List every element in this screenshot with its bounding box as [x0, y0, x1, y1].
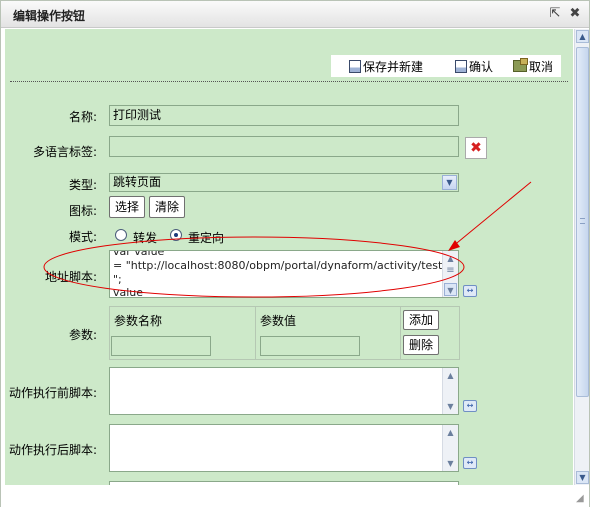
resize-grip-icon[interactable]: ◢: [576, 494, 586, 504]
add-param-button[interactable]: 添加: [403, 310, 439, 330]
confirm-icon: [455, 60, 467, 73]
dialog-footer: ◢: [1, 485, 589, 507]
dialog-scrollbar[interactable]: ▲ ▼: [574, 29, 589, 485]
code-line: var value: [113, 250, 165, 258]
post-script-textarea[interactable]: ▲ ▼: [109, 424, 459, 472]
cancel-label: 取消: [529, 60, 554, 74]
dialog-titlebar: 编辑操作按钮 ⇱ ✖: [1, 1, 589, 28]
x-icon: ✖: [470, 140, 482, 156]
pre-script-textarea[interactable]: ▲ ▼: [109, 367, 459, 415]
mode-redirect-label: 重定向: [188, 231, 225, 245]
expand-editor-icon[interactable]: ↔: [463, 457, 477, 469]
scroll-thumb[interactable]: [576, 47, 589, 397]
param-name-input[interactable]: [111, 336, 211, 356]
params-label: 参数:: [68, 328, 97, 342]
expand-editor-icon[interactable]: ↔: [463, 400, 477, 412]
scroll-up-icon[interactable]: ▲: [444, 369, 457, 382]
delete-param-button[interactable]: 删除: [403, 335, 439, 355]
expand-editor-icon[interactable]: ↔: [463, 285, 477, 297]
address-script-scrollbar[interactable]: ▲ ≡ ▼: [442, 251, 458, 297]
confirm-label: 确认: [469, 60, 494, 74]
type-select-value: 跳转页面: [113, 175, 162, 189]
address-script-textarea[interactable]: var value = "http://localhost:8080/obpm/…: [109, 250, 459, 298]
mode-forward-radio[interactable]: [115, 229, 127, 241]
type-select[interactable]: 跳转页面 ▼: [109, 173, 459, 192]
save-and-new-button[interactable]: 保存并新建: [349, 59, 423, 75]
param-value-header: 参数值: [260, 314, 297, 328]
code-line: value: [113, 286, 144, 298]
pre-script-scrollbar[interactable]: ▲ ▼: [442, 368, 458, 414]
confirm-button[interactable]: 确认: [455, 59, 493, 75]
scroll-down-icon[interactable]: ▼: [444, 400, 457, 413]
grip-icon: [580, 218, 585, 224]
scroll-grip-icon[interactable]: ≡: [444, 264, 457, 277]
name-input[interactable]: 打印测试: [109, 105, 459, 126]
scroll-down-icon[interactable]: ▼: [576, 471, 589, 484]
cancel-button[interactable]: 取消: [513, 58, 554, 75]
popout-icon[interactable]: ⇱: [547, 6, 563, 22]
scroll-up-icon[interactable]: ▲: [444, 426, 457, 439]
action-toolbar: 保存并新建 确认 取消: [331, 55, 561, 77]
code-line: = "http://localhost:8080/obpm/portal/dyn…: [113, 259, 459, 272]
cancel-icon: [513, 58, 528, 72]
mode-redirect-radio[interactable]: [170, 229, 182, 241]
save-icon: [349, 60, 361, 73]
address-script-label: 地址脚本:: [44, 270, 97, 284]
scroll-up-icon[interactable]: ▲: [576, 30, 589, 43]
scroll-down-icon[interactable]: ▼: [444, 283, 457, 296]
close-icon[interactable]: ✖: [567, 6, 583, 22]
toolbar-divider: [10, 81, 568, 82]
icon-label: 图标:: [68, 204, 97, 218]
post-script-label: 动作执行后脚本:: [8, 443, 97, 457]
params-table: 参数名称 参数值 添加 删除: [109, 306, 460, 360]
save-and-new-label: 保存并新建: [363, 60, 424, 74]
icon-clear-button[interactable]: 清除: [149, 196, 185, 218]
param-name-column: 参数名称: [110, 307, 256, 359]
clear-i18n-button[interactable]: ✖: [465, 137, 487, 159]
param-name-header: 参数名称: [114, 314, 163, 328]
form-panel: 保存并新建 确认 取消 名称: 打印测试 多语言标签: ✖ 类型: 跳转页面 ▼…: [5, 29, 573, 485]
param-value-column: 参数值: [256, 307, 401, 359]
param-value-input[interactable]: [260, 336, 360, 356]
name-label: 名称:: [68, 110, 97, 124]
type-label: 类型:: [68, 178, 97, 192]
i18n-input[interactable]: [109, 136, 459, 157]
dialog-title: 编辑操作按钮: [13, 9, 86, 23]
pre-script-label: 动作执行前脚本:: [8, 386, 97, 400]
edit-button-dialog: 编辑操作按钮 ⇱ ✖ 保存并新建 确认 取消 名称: 打印测试 多语言标签: ✖…: [0, 0, 590, 507]
icon-select-button[interactable]: 选择: [109, 196, 145, 218]
mode-forward-label: 转发: [133, 231, 158, 245]
code-line: ";: [113, 273, 122, 286]
scroll-down-icon[interactable]: ▼: [444, 457, 457, 470]
mode-label: 模式:: [68, 230, 97, 244]
chevron-down-icon[interactable]: ▼: [442, 175, 457, 190]
i18n-label: 多语言标签:: [32, 145, 97, 159]
post-script-scrollbar[interactable]: ▲ ▼: [442, 425, 458, 471]
